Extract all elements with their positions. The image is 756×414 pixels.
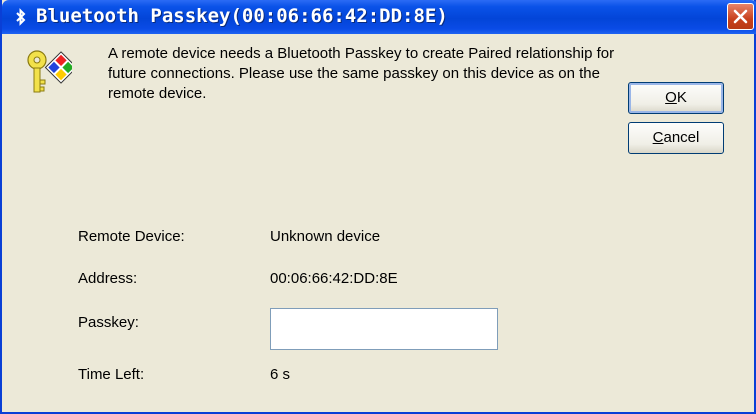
time-left-label: Time Left:	[78, 366, 145, 383]
passkey-input[interactable]	[270, 308, 498, 350]
title-bar[interactable]: Bluetooth Passkey(00:06:66:42:DD:8E)	[2, 0, 756, 34]
cancel-button[interactable]: Cancel	[628, 122, 724, 154]
remote-device-value: Unknown device	[270, 228, 381, 245]
address-label: Address:	[78, 270, 138, 287]
message-text: A remote device needs a Bluetooth Passke…	[108, 45, 615, 102]
address-value: 00:06:66:42:DD:8E	[270, 270, 398, 287]
dialog-body: A remote device needs a Bluetooth Passke…	[4, 34, 756, 412]
close-button[interactable]	[727, 3, 754, 30]
remote-device-label: Remote Device:	[78, 228, 185, 245]
key-icon	[27, 50, 72, 93]
close-icon	[733, 9, 748, 24]
passkey-label: Passkey:	[78, 314, 139, 331]
passkey-dialog: Bluetooth Passkey(00:06:66:42:DD:8E) A r…	[0, 0, 756, 414]
ok-button[interactable]: OK	[628, 82, 724, 114]
time-left-value: 6 s	[270, 366, 291, 383]
bluetooth-icon	[16, 8, 26, 26]
window-title: Bluetooth Passkey(00:06:66:42:DD:8E)	[36, 5, 448, 27]
